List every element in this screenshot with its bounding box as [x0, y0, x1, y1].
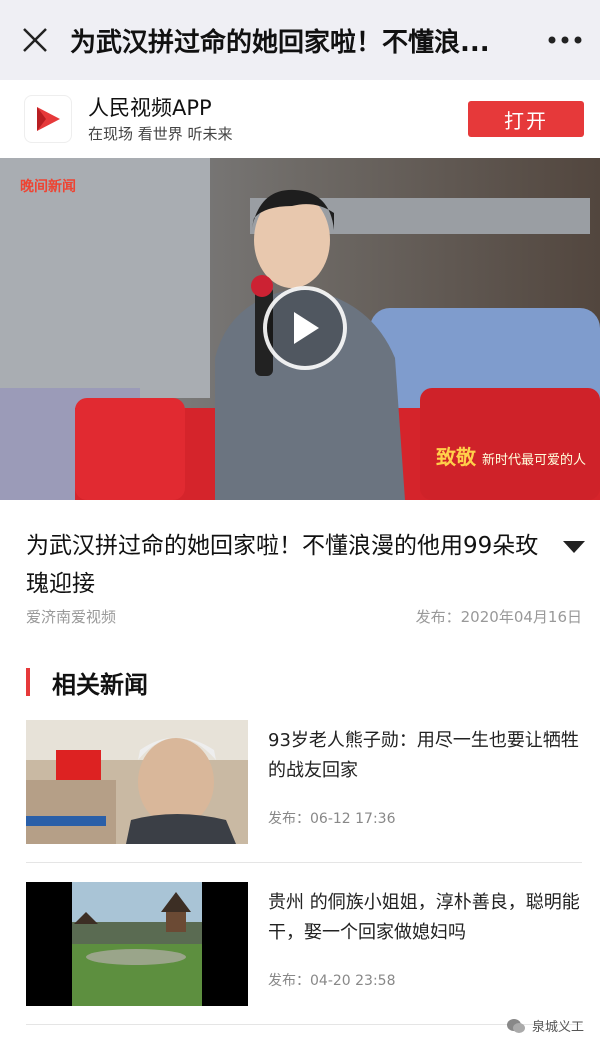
article-publish-date: 发布：2020年04月16日 — [415, 608, 582, 626]
news-time: 发布：06-12 17:36 — [268, 811, 396, 827]
chevron-down-icon — [563, 541, 585, 553]
channel-logo: 晚间新闻 — [20, 179, 76, 195]
news-time: 发布：04-20 23:58 — [268, 973, 396, 989]
top-navbar: 为武汉拼过命的她回家啦！不懂浪... — [0, 0, 600, 80]
more-button[interactable] — [530, 0, 600, 80]
open-app-button[interactable]: 打开 — [468, 101, 584, 137]
news-thumbnail-image — [26, 882, 248, 1006]
news-thumbnail-image — [26, 720, 248, 844]
play-icon — [294, 312, 319, 344]
divider — [26, 862, 582, 863]
related-news-header: 相关新闻 — [26, 665, 148, 699]
close-button[interactable] — [0, 0, 70, 80]
related-news-item[interactable]: 93岁老人熊子勋：用尽一生也要让牺牲的战友回家 发布：06-12 17:36 — [26, 720, 582, 846]
app-download-banner: 人民视频APP 在现场 看世界 听未来 打开 — [0, 80, 600, 158]
app-slogan: 在现场 看世界 听未来 — [88, 124, 233, 143]
badge-sub: 新时代最可爱的人 — [481, 453, 586, 468]
news-title: 贵州 的侗族小姐姐，淳朴善良，聪明能干，娶一个回家做媳妇吗 — [268, 892, 580, 943]
watermark: 泉城义工 — [506, 1016, 584, 1035]
app-name: 人民视频APP — [88, 95, 212, 120]
wechat-icon — [506, 1018, 525, 1033]
expand-button[interactable] — [562, 539, 586, 558]
video-player[interactable]: 晚间新闻 致敬 新时代最可爱的人 — [0, 158, 600, 500]
more-icon — [548, 36, 582, 44]
app-logo — [24, 95, 72, 143]
watermark-text: 泉城义工 — [531, 1020, 584, 1035]
divider — [26, 1024, 582, 1025]
news-thumbnail — [26, 720, 248, 844]
play-button[interactable] — [263, 286, 347, 370]
article-header: 为武汉拼过命的她回家啦！不懂浪漫的他用99朵玫瑰迎接 — [26, 527, 586, 603]
related-news-item[interactable]: 贵州 的侗族小姐姐，淳朴善良，聪明能干，娶一个回家做媳妇吗 发布：04-20 2… — [26, 882, 582, 1008]
page-title: 为武汉拼过命的她回家啦！不懂浪... — [70, 27, 490, 58]
section-accent-bar — [26, 668, 30, 696]
article-source[interactable]: 爱济南爱视频 — [26, 606, 116, 627]
article-meta: 爱济南爱视频 发布：2020年04月16日 — [26, 606, 582, 627]
news-title: 93岁老人熊子勋：用尽一生也要让牺牲的战友回家 — [268, 730, 579, 781]
play-logo-icon — [37, 107, 60, 131]
video-caption-badge: 致敬 新时代最可爱的人 — [436, 441, 586, 470]
badge-main: 致敬 — [435, 445, 476, 469]
related-news-title: 相关新闻 — [52, 670, 148, 699]
news-thumbnail — [26, 882, 248, 1006]
close-icon — [23, 28, 47, 52]
article-title: 为武汉拼过命的她回家啦！不懂浪漫的他用99朵玫瑰迎接 — [26, 533, 539, 597]
